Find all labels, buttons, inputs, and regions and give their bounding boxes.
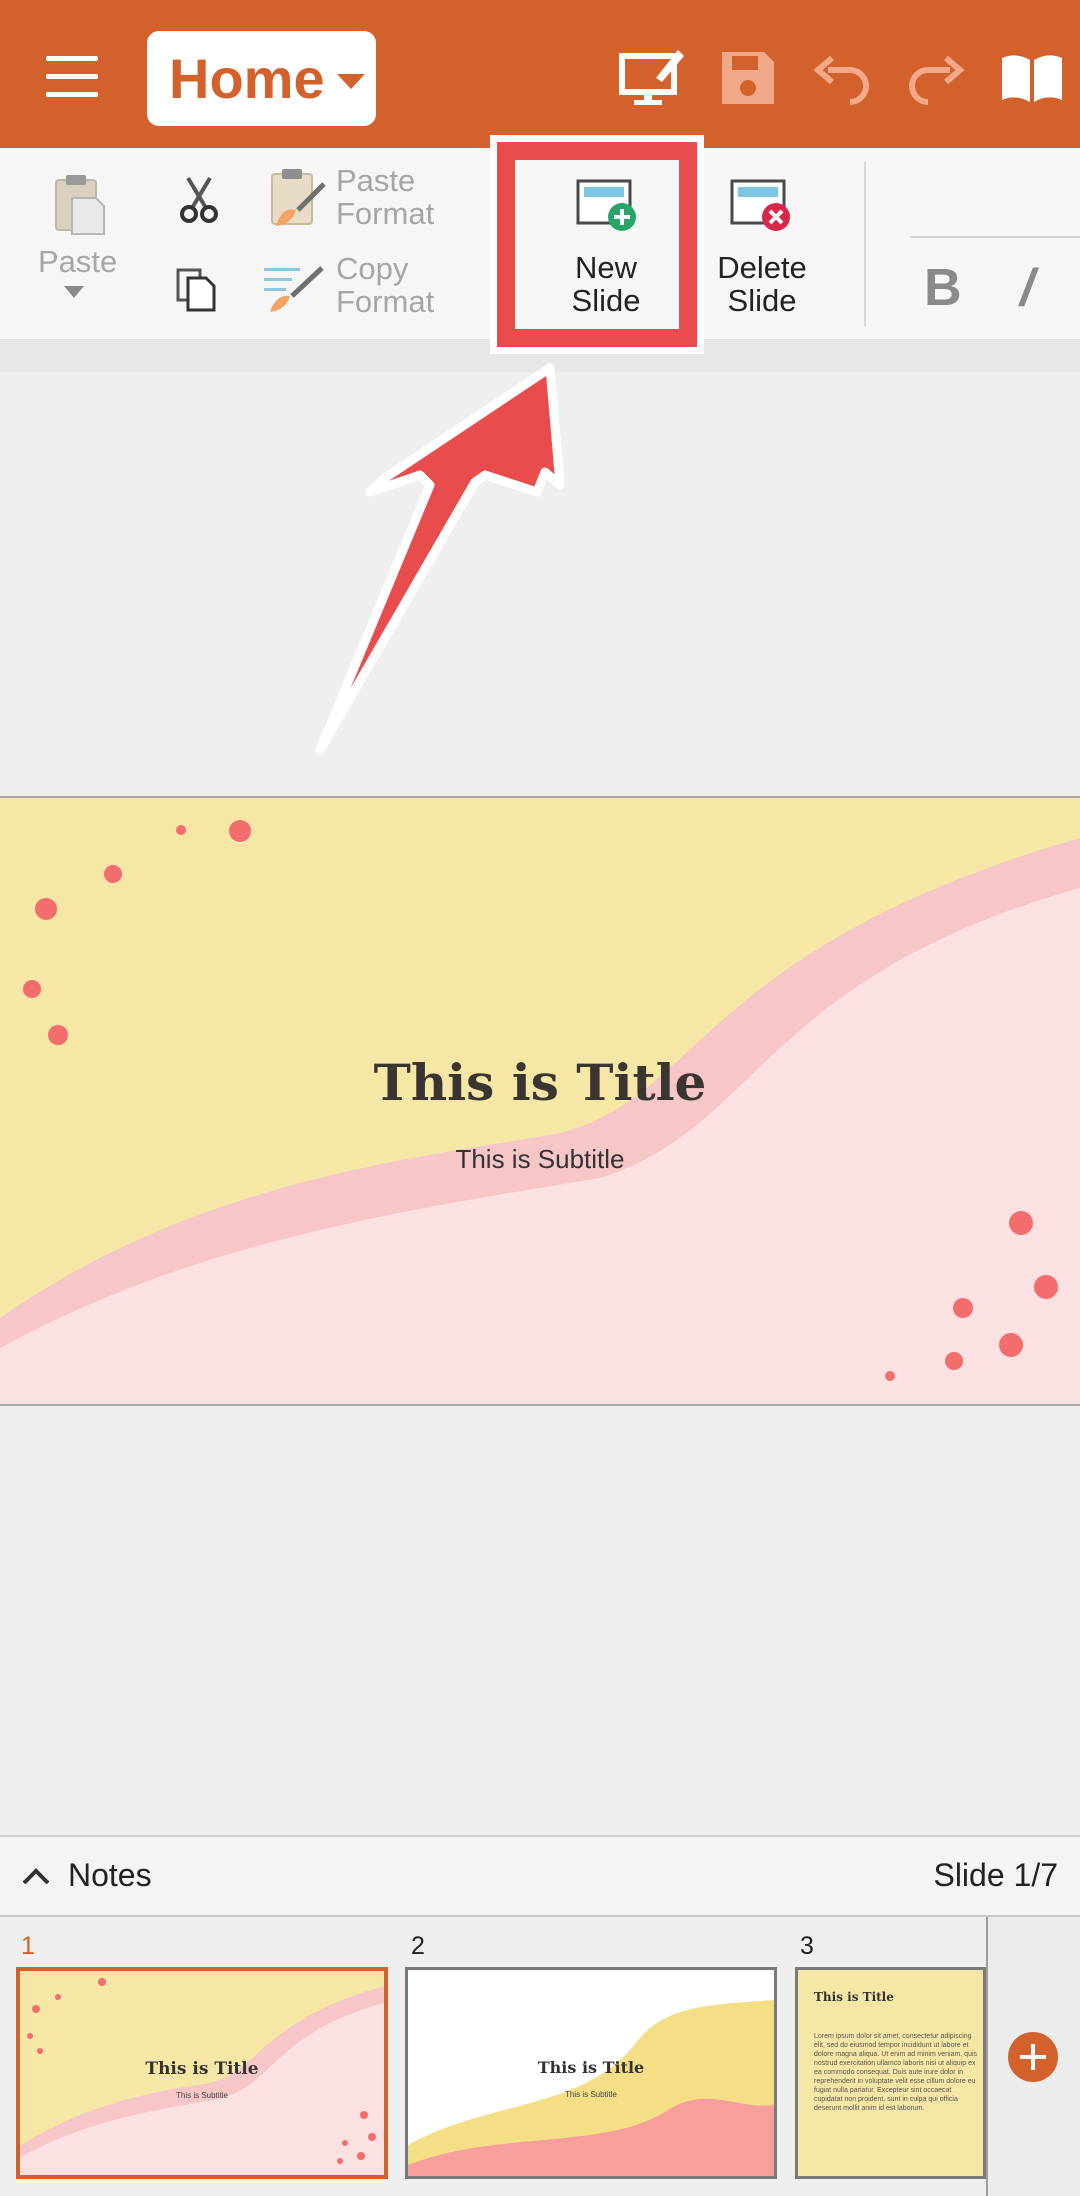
italic-button[interactable]: / [1020, 258, 1034, 318]
copy-icon[interactable] [172, 264, 222, 314]
undo-icon[interactable] [806, 42, 878, 114]
add-slide-button[interactable] [1008, 2032, 1058, 2082]
app-bar: Home [0, 0, 1080, 148]
home-tab-dropdown[interactable]: Home [147, 31, 376, 126]
copy-format-icon[interactable] [262, 262, 328, 314]
ribbon-separator-line [910, 236, 1080, 238]
redo-icon[interactable] [900, 42, 972, 114]
notes-bar: Notes Slide 1/7 [0, 1835, 1080, 1917]
bold-button[interactable]: B [924, 258, 962, 318]
slide-title[interactable]: This is Title [0, 1053, 1080, 1112]
thumbnail-subtitle: This is Subtitle [175, 2091, 229, 2100]
slide-counter: Slide 1/7 [933, 1857, 1058, 1893]
notes-toggle[interactable]: Notes [68, 1857, 152, 1894]
delete-slide-icon [730, 179, 790, 231]
plus-icon [1020, 2044, 1046, 2070]
slide-canvas[interactable]: This is Title This is Subtitle [0, 796, 1080, 1406]
cut-icon[interactable] [176, 174, 222, 224]
thumbnail-title: This is Title [537, 2058, 645, 2077]
new-slide-icon [576, 179, 636, 231]
thumbnail-title: This is Title [145, 2059, 259, 2079]
thumbnail-subtitle: This is Subtitle [564, 2090, 618, 2099]
slide-thumbnail[interactable]: This is Title Lorem ipsum dolor sit amet… [795, 1967, 986, 2179]
hamburger-menu-icon[interactable] [42, 52, 102, 102]
paste-format-icon[interactable] [268, 166, 328, 232]
annotation-arrow [315, 363, 565, 755]
paste-format-label[interactable]: Paste Format [336, 164, 434, 230]
thumbnail-number: 1 [21, 1932, 35, 1960]
thumbnail-title: This is Title [814, 1990, 894, 2004]
chevron-down-icon [336, 74, 365, 89]
paste-dropdown-icon[interactable] [62, 284, 86, 300]
ribbon-divider [0, 340, 1080, 372]
copy-format-label[interactable]: Copy Format [336, 252, 434, 318]
paste-icon[interactable] [52, 172, 108, 236]
save-icon[interactable] [712, 42, 784, 114]
thumbnail-number: 2 [411, 1932, 425, 1960]
home-tab-label: Home [169, 47, 325, 110]
thumbnail-number: 3 [800, 1932, 814, 1960]
new-slide-button[interactable]: New Slide [536, 165, 676, 325]
delete-slide-label: Delete Slide [717, 250, 807, 318]
chevron-up-icon[interactable] [20, 1863, 52, 1891]
slide-thumbnail[interactable]: This is Title This is Subtitle [16, 1967, 388, 2179]
delete-slide-button[interactable]: Delete Slide [690, 165, 834, 325]
slide-subtitle[interactable]: This is Subtitle [0, 1144, 1080, 1175]
ribbon-separator [864, 162, 866, 326]
present-icon[interactable] [616, 42, 688, 114]
slide-thumbnail[interactable]: This is Title This is Subtitle [405, 1967, 777, 2179]
read-mode-icon[interactable] [996, 42, 1068, 114]
slide-thumbnail-strip: 1 This is Title This is Subtitle 2 This … [0, 1917, 1080, 2196]
new-slide-label: New Slide [571, 250, 641, 318]
thumbnail-body: Lorem ipsum dolor sit amet, consectetur … [814, 2033, 978, 2112]
paste-label[interactable]: Paste [38, 245, 117, 278]
